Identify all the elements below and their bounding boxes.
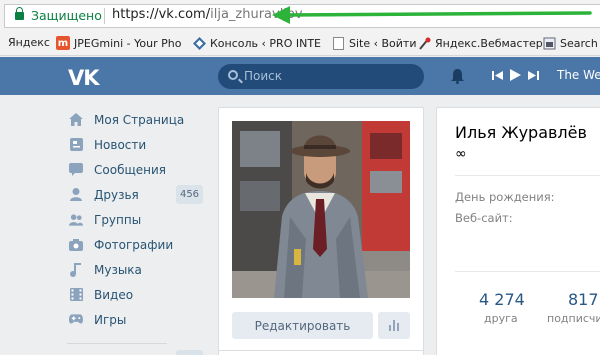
- friends-icon: [69, 188, 83, 202]
- bookmark-label: Консоль ‹ PRO INTE: [210, 36, 321, 50]
- sidebar-item-messages[interactable]: Сообщения: [67, 157, 207, 182]
- stats-button[interactable]: [378, 312, 410, 339]
- stats-icon: [397, 323, 399, 331]
- bookmark-label: Яндекс: [8, 36, 50, 49]
- bookmark-yandex[interactable]: Яндекс: [8, 36, 50, 49]
- profile-status[interactable]: ∞: [455, 146, 467, 162]
- groups-icon: [69, 213, 83, 227]
- search-input[interactable]: [244, 67, 414, 85]
- video-icon: [69, 288, 83, 302]
- lock-icon: [15, 7, 24, 20]
- left-sidebar: Моя Страница Новости Сообщения Друзья 45…: [67, 107, 207, 332]
- next-track-icon[interactable]: [528, 70, 539, 81]
- green-arrow-annotation: [272, 6, 592, 24]
- sidebar-item-label: Музыка: [94, 262, 142, 277]
- profile-info-card: Илья Журавлёв ∞ День рождения: Веб-сайт:…: [436, 107, 600, 355]
- sidebar-item-photos[interactable]: Фотографии: [67, 232, 207, 257]
- bookmark-search[interactable]: Search: [542, 36, 598, 50]
- home-icon: [69, 113, 83, 127]
- bookmark-jpegmini[interactable]: m JPEGmini - Your Pho: [56, 36, 181, 50]
- search-icon: [228, 70, 238, 80]
- sidebar-divider: [67, 343, 167, 344]
- pin-icon: [417, 36, 431, 50]
- bookmark-site-login[interactable]: Site ‹ Войти: [331, 36, 417, 50]
- avatar-card: Редактировать: [218, 107, 424, 355]
- vk-header: VK The Wee: [0, 57, 600, 95]
- sidebar-item-friends[interactable]: Друзья 456: [67, 182, 207, 207]
- sidebar-item-news[interactable]: Новости: [67, 132, 207, 157]
- info-divider: [455, 175, 600, 176]
- bookmarks-bar: Яндекс m JPEGmini - Your Pho Консоль ‹ P…: [0, 31, 600, 56]
- profile-photo-image: [232, 121, 410, 298]
- sidebar-item-games[interactable]: Игры: [67, 307, 207, 332]
- play-icon[interactable]: [510, 69, 521, 81]
- bookmark-console[interactable]: Консоль ‹ PRO INTE: [192, 36, 321, 50]
- website-label: Веб-сайт:: [455, 211, 513, 225]
- sidebar-item-label: Моя Страница: [94, 112, 185, 127]
- browser-address-bar: Защищено https://vk.com/ilja_zhuravljov: [0, 0, 600, 31]
- lock-page-icon: [542, 36, 556, 50]
- sidebar-item-label: Новости: [94, 137, 147, 152]
- friends-counter[interactable]: 4 274: [479, 290, 525, 309]
- bookmark-yandex-webmaster[interactable]: Яндекс.Вебмастер: [417, 36, 543, 50]
- sidebar-item-music[interactable]: Музыка: [67, 257, 207, 282]
- friends-count-badge[interactable]: 456: [176, 185, 203, 204]
- sidebar-item-label: Группы: [94, 212, 142, 227]
- page-icon: [331, 36, 345, 50]
- profile-photo[interactable]: [232, 121, 410, 298]
- m-icon: m: [56, 36, 70, 50]
- sidebar-item-label: Сообщения: [94, 162, 167, 177]
- sidebar-count-badge[interactable]: [176, 350, 203, 355]
- bookmark-label: Search: [560, 36, 598, 50]
- friends-counter-label: друга: [484, 312, 518, 325]
- current-track-title[interactable]: The Wee: [557, 68, 600, 82]
- birthday-label: День рождения:: [455, 190, 555, 204]
- followers-counter[interactable]: 817: [568, 290, 599, 309]
- sidebar-item-label: Видео: [94, 287, 134, 302]
- edit-profile-button[interactable]: Редактировать: [232, 312, 373, 339]
- sidebar-item-label: Друзья: [94, 187, 139, 202]
- bookmark-label: JPEGmini - Your Pho: [74, 36, 182, 50]
- diamond-icon: [192, 36, 206, 50]
- vk-logo[interactable]: VK: [68, 66, 100, 90]
- audio-player: [492, 69, 539, 81]
- bookmark-label: Яндекс.Вебмастер: [435, 36, 543, 50]
- games-icon: [69, 313, 83, 327]
- news-icon: [69, 138, 83, 152]
- url-separator: [104, 8, 105, 24]
- profile-name: Илья Журавлёв: [455, 123, 587, 142]
- camera-icon: [69, 238, 83, 252]
- followers-counter-label: подписчи: [547, 312, 600, 325]
- stats-icon: [393, 320, 395, 331]
- sidebar-item-groups[interactable]: Группы: [67, 207, 207, 232]
- url-host: https://vk.com/: [112, 7, 211, 22]
- sidebar-item-video[interactable]: Видео: [67, 282, 207, 307]
- counters-divider: [455, 271, 600, 272]
- bell-icon[interactable]: [450, 68, 465, 84]
- sidebar-item-label: Фотографии: [94, 237, 174, 252]
- music-icon: [69, 262, 83, 277]
- stats-icon: [389, 325, 391, 331]
- messages-icon: [69, 163, 83, 177]
- next-block: [218, 350, 424, 355]
- previous-track-icon[interactable]: [492, 70, 503, 81]
- search-box[interactable]: [218, 64, 424, 89]
- sidebar-item-my-page[interactable]: Моя Страница: [67, 107, 207, 132]
- secure-label: Защищено: [31, 8, 102, 23]
- sidebar-item-label: Игры: [94, 312, 127, 327]
- bookmark-label: Site ‹ Войти: [349, 36, 417, 50]
